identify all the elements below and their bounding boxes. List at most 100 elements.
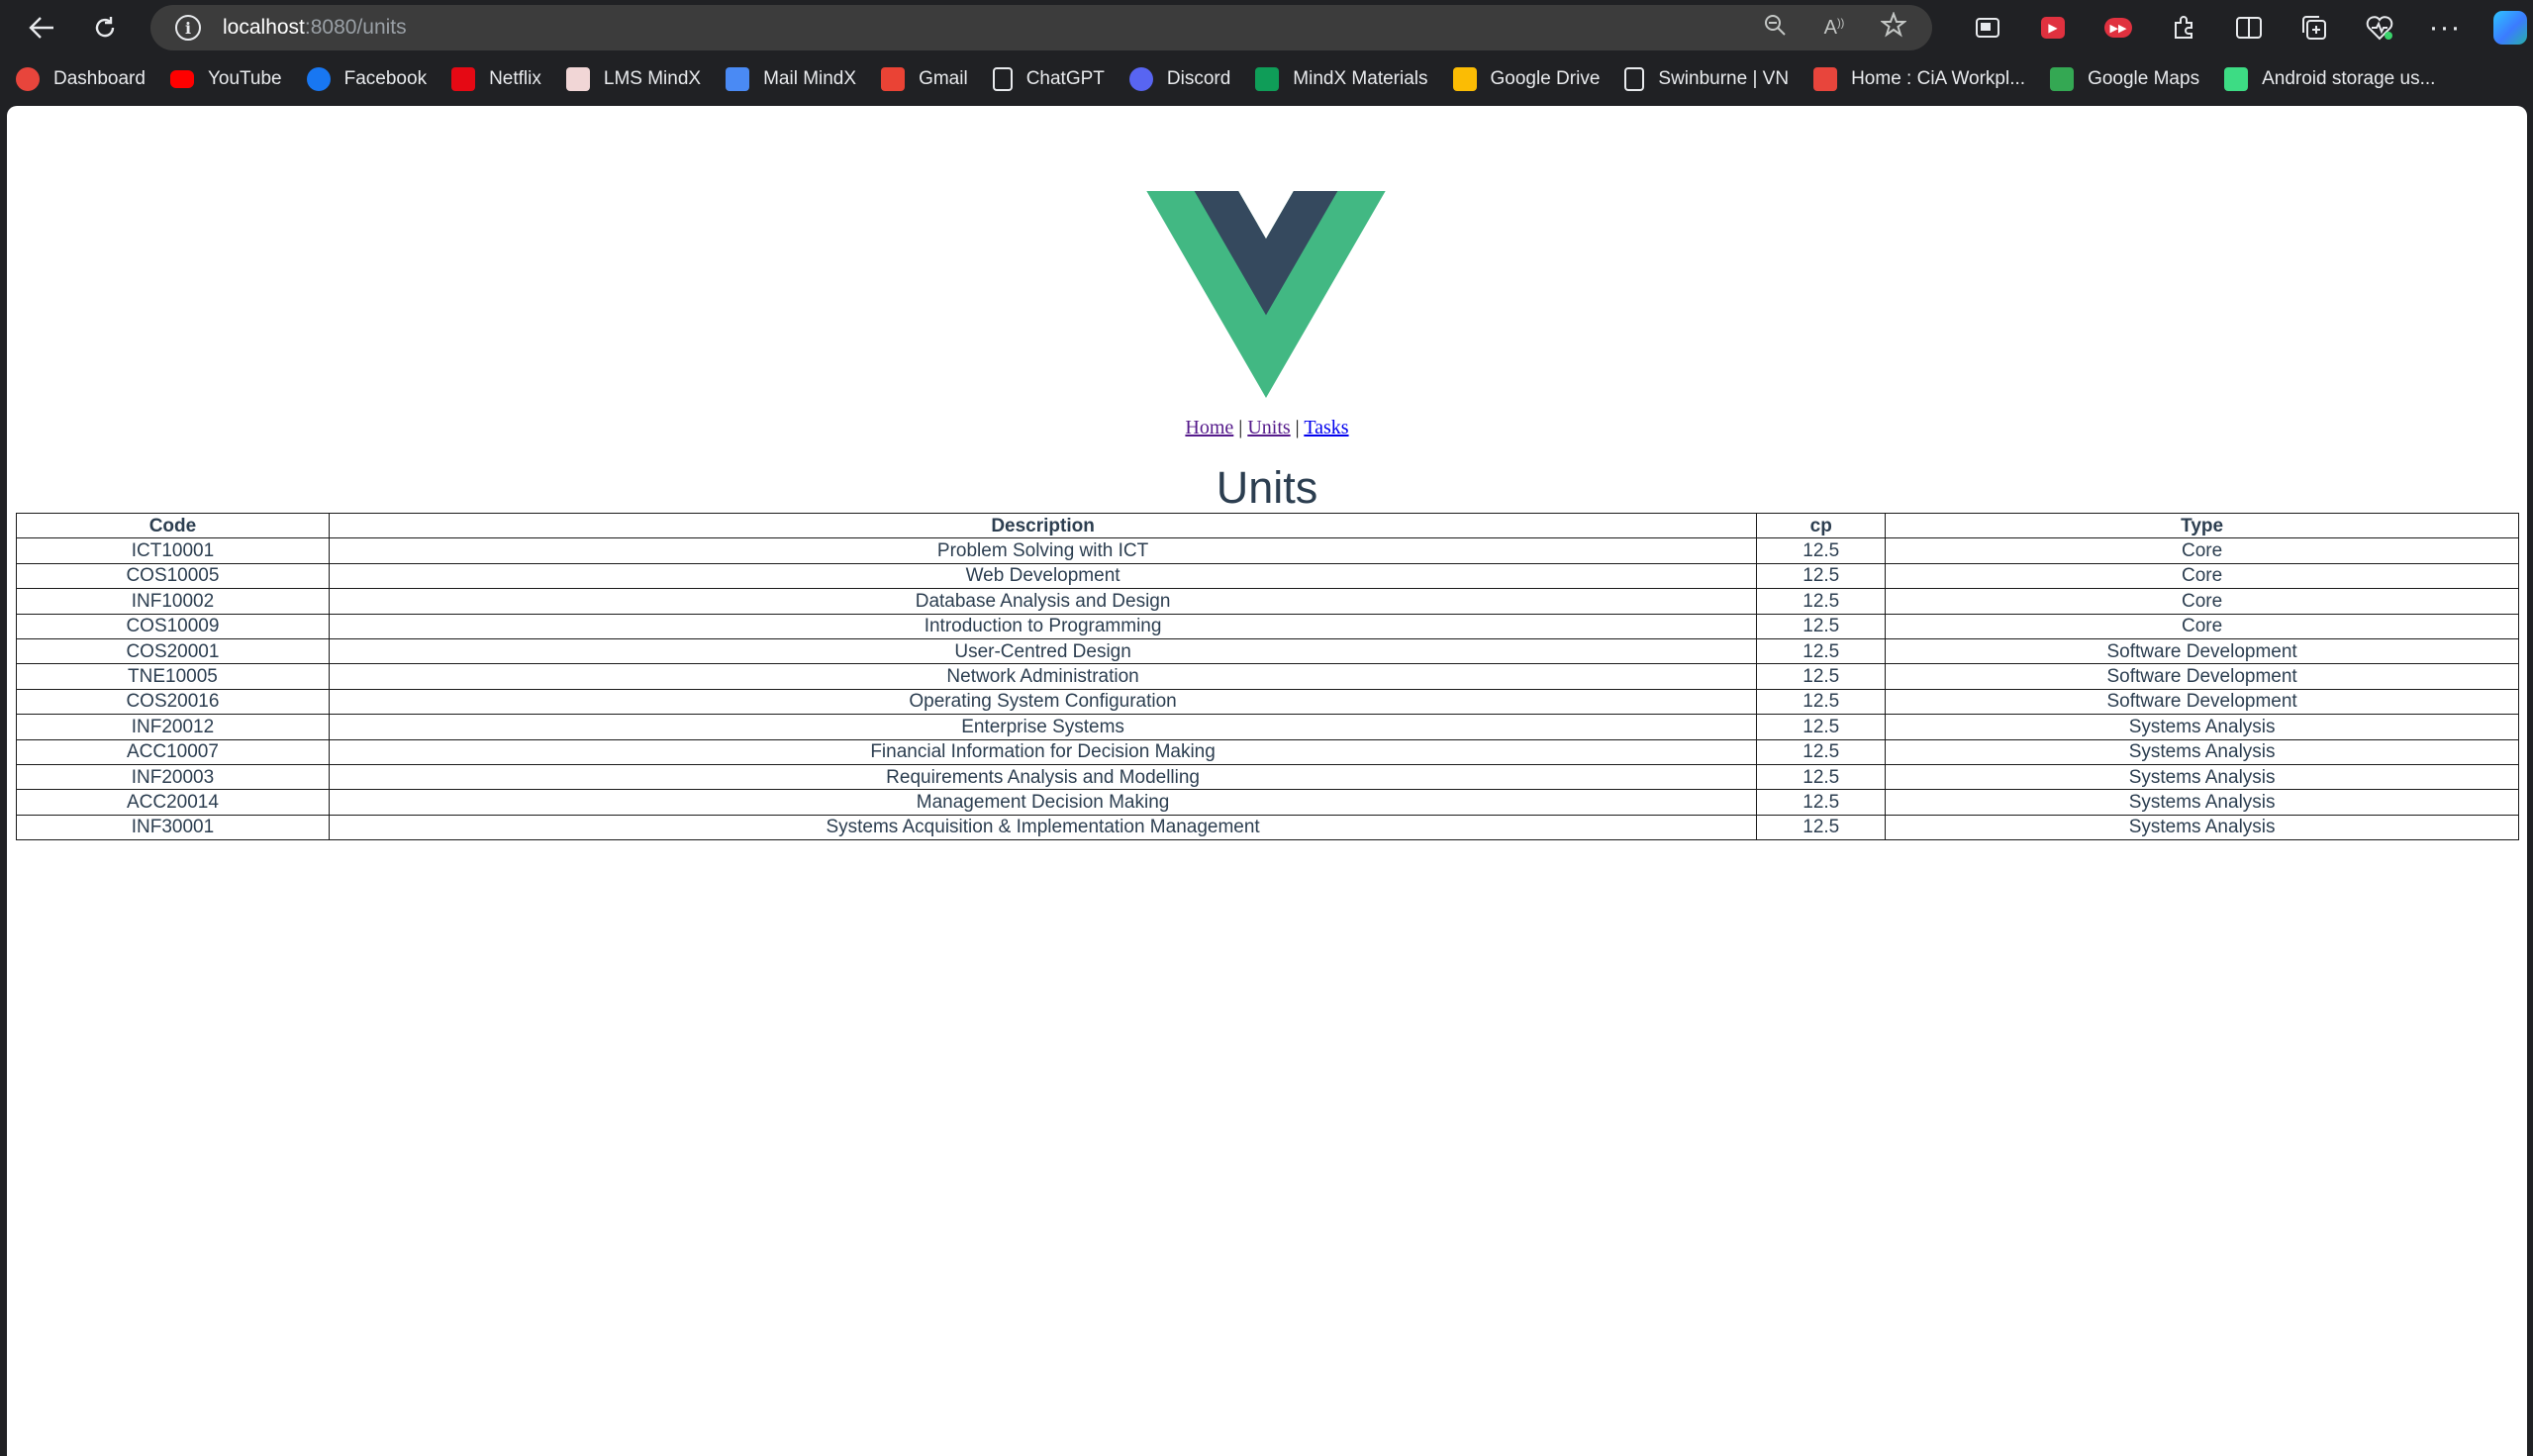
table-row: INF30001 Systems Acquisition & Implementa…: [16, 814, 2519, 841]
cell-cp: 12.5: [1756, 789, 1887, 816]
vue-logo: [1146, 191, 1386, 398]
cell-type: Systems Analysis: [1885, 814, 2519, 841]
url-host: localhost: [223, 16, 305, 39]
reload-icon[interactable]: [79, 2, 131, 53]
bookmark-label: Mail MindX: [763, 68, 857, 89]
url-path: :8080/units: [304, 16, 407, 39]
page-icon: [1624, 67, 1645, 91]
bookmarks-bar: Dashboard YouTube Facebook Netflix LMS MindX…: [0, 55, 2533, 103]
url-text[interactable]: localhost:8080/units: [223, 16, 407, 40]
facebook-icon: [306, 67, 331, 91]
cell-code: ICT10001: [16, 537, 330, 564]
cell-type: Core: [1885, 562, 2519, 590]
bookmark-label: YouTube: [207, 68, 282, 89]
cell-type: Core: [1885, 537, 2519, 564]
bookmark-label: Discord: [1166, 68, 1231, 89]
cell-description: Requirements Analysis and Modelling: [328, 763, 1758, 791]
discord-icon: [1128, 67, 1153, 91]
cell-cp: 12.5: [1756, 663, 1887, 690]
browser-essentials-icon[interactable]: [2347, 0, 2412, 55]
header-cp: cp: [1756, 512, 1887, 539]
cell-description: Network Administration: [328, 663, 1758, 690]
table-row: COS20001 User-Centred Design 12.5 Software …: [16, 637, 2519, 665]
bookmark-label: Dashboard: [53, 68, 146, 89]
cell-type: Systems Analysis: [1885, 789, 2519, 816]
split-screen-icon[interactable]: [2216, 0, 2282, 55]
zoom-out-icon[interactable]: [1760, 13, 1790, 44]
table-row: COS10005 Web Development 12.5 Core: [16, 562, 2519, 590]
bookmark-label: Netflix: [489, 68, 541, 89]
table-header-row: Code Description cp Type: [16, 512, 2519, 539]
bookmark-lms[interactable]: LMS MindX: [565, 59, 714, 99]
cell-code: ACC10007: [16, 738, 330, 765]
bookmark-chatgpt[interactable]: ChatGPT: [992, 59, 1118, 99]
cell-code: COS10009: [16, 613, 330, 639]
bookmark-label: Facebook: [343, 68, 428, 89]
table-row: ACC10007 Financial Information for Decisi…: [16, 738, 2519, 765]
bookmark-youtube[interactable]: YouTube: [169, 59, 295, 99]
android-icon: [2224, 67, 2249, 91]
cell-code: INF10002: [16, 588, 330, 615]
read-aloud-icon[interactable]: A)): [1819, 17, 1849, 40]
bookmark-label: Android storage us...: [2262, 68, 2436, 89]
cell-description: Introduction to Programming: [328, 613, 1758, 639]
nav-separator: |: [1238, 417, 1243, 438]
address-bar[interactable]: i localhost:8080/units A)): [150, 5, 1932, 50]
youtube-extension-icon[interactable]: ▶▶: [2086, 0, 2151, 55]
youtube-icon: [169, 70, 194, 88]
bookmark-android[interactable]: Android storage us...: [2224, 59, 2448, 99]
favorite-star-icon[interactable]: [1879, 10, 1908, 45]
table-row: INF20012 Enterprise Systems 12.5 Systems An…: [16, 714, 2519, 740]
cell-code: INF20003: [16, 763, 330, 791]
nav-separator: |: [1295, 417, 1300, 438]
cia-icon: [1813, 67, 1838, 91]
bookmark-dashboard[interactable]: Dashboard: [16, 59, 158, 99]
cell-code: COS20016: [16, 688, 330, 716]
bookmark-mail[interactable]: Mail MindX: [726, 59, 869, 99]
bookmark-label: Home : CiA Workpl...: [1851, 68, 2026, 89]
bookmark-page[interactable]: Swinburne | VN: [1624, 59, 1802, 99]
site-info-icon[interactable]: i: [175, 15, 201, 41]
cell-cp: 12.5: [1756, 537, 1887, 564]
cell-type: Core: [1885, 613, 2519, 639]
nav-units-link[interactable]: Units: [1247, 417, 1290, 438]
bookmark-maps[interactable]: Google Maps: [2050, 59, 2212, 99]
bookmark-label: LMS MindX: [603, 68, 702, 89]
cell-description: Web Development: [328, 562, 1758, 590]
extensions-puzzle-icon[interactable]: [2151, 0, 2216, 55]
sheets-icon: [1255, 67, 1280, 91]
cell-code: INF30001: [16, 814, 330, 841]
header-type: Type: [1885, 512, 2519, 539]
bookmark-label: Google Drive: [1490, 68, 1601, 89]
cell-description: Database Analysis and Design: [328, 588, 1758, 615]
back-arrow-icon[interactable]: [16, 2, 67, 53]
page-viewport: Home | Units | Tasks Units Code Descript…: [7, 106, 2527, 1456]
bookmark-netflix[interactable]: Netflix: [451, 59, 554, 99]
bookmark-label: Gmail: [919, 68, 968, 89]
cell-description: Management Decision Making: [328, 789, 1758, 816]
cell-cp: 12.5: [1756, 613, 1887, 639]
cell-description: Enterprise Systems: [328, 714, 1758, 740]
copilot-icon[interactable]: [2478, 0, 2533, 55]
bookmark-facebook[interactable]: Facebook: [306, 59, 439, 99]
cell-type: Systems Analysis: [1885, 763, 2519, 791]
video-extension-icon[interactable]: ▶: [2020, 0, 2086, 55]
bookmark-discord[interactable]: Discord: [1128, 59, 1243, 99]
bookmark-gmail[interactable]: Gmail: [881, 59, 981, 99]
picture-in-picture-icon[interactable]: [1955, 0, 2020, 55]
table-row: COS10009 Introduction to Programming 12.5 C…: [16, 613, 2519, 639]
bookmark-sheets[interactable]: MindX Materials: [1255, 59, 1440, 99]
collections-icon[interactable]: [2282, 0, 2347, 55]
nav-tasks-link[interactable]: Tasks: [1304, 417, 1348, 438]
more-menu-icon[interactable]: ···: [2412, 0, 2478, 55]
cell-cp: 12.5: [1756, 814, 1887, 841]
bookmark-cia[interactable]: Home : CiA Workpl...: [1813, 59, 2038, 99]
drive-icon: [1452, 67, 1477, 91]
cell-code: INF20012: [16, 714, 330, 740]
header-code: Code: [16, 512, 330, 539]
cell-code: ACC20014: [16, 789, 330, 816]
bookmark-drive[interactable]: Google Drive: [1452, 59, 1613, 99]
table-row: ACC20014 Management Decision Making 12.5 Sy…: [16, 789, 2519, 816]
nav-home-link[interactable]: Home: [1185, 417, 1233, 438]
cell-type: Systems Analysis: [1885, 738, 2519, 765]
